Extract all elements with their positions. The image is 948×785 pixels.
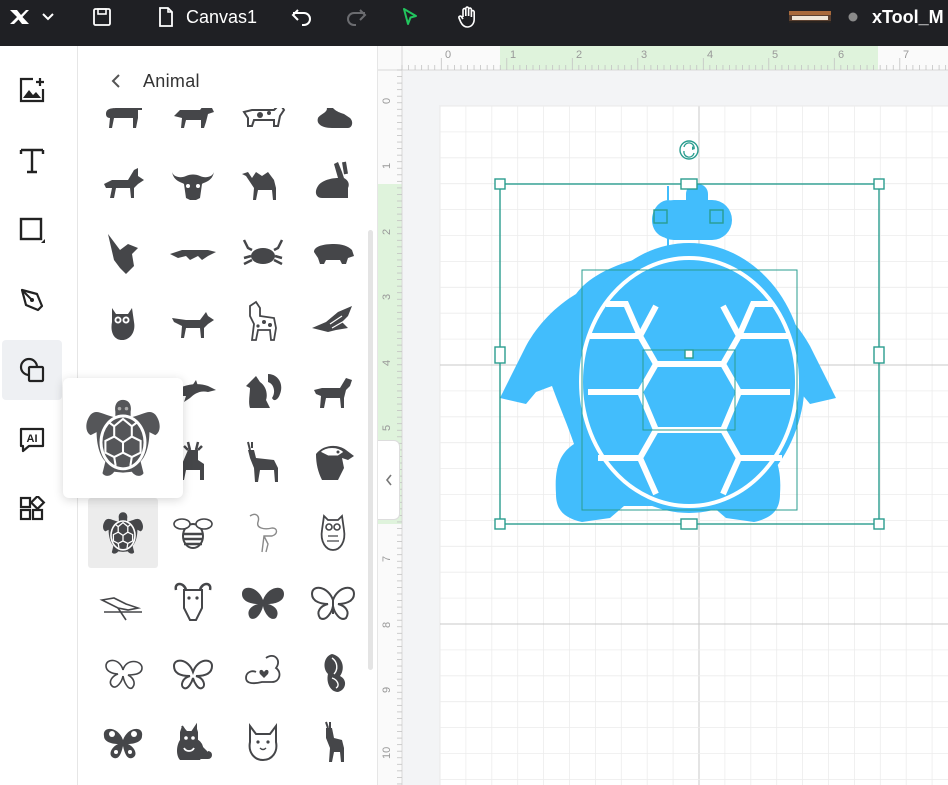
canvas-surface[interactable]: 0 1 2 3 4 5 6 7 0 1 2 3 4 5 6 7 8 9 10: [378, 46, 948, 785]
resize-handle[interactable]: [873, 178, 885, 190]
butterfly-wing-icon[interactable]: [158, 638, 228, 708]
square-icon[interactable]: [2, 200, 62, 260]
ruler-label: 5: [772, 49, 778, 61]
ruler-label: 0: [445, 49, 451, 61]
canvas-name[interactable]: Canvas1: [186, 0, 257, 34]
ruler-label: 2: [381, 229, 393, 235]
buffalo-icon[interactable]: [158, 148, 228, 218]
panel-title: Animal: [143, 71, 200, 91]
ruler-label: 7: [381, 556, 393, 562]
owl-sketch-icon[interactable]: [298, 498, 368, 568]
resize-handle[interactable]: [873, 518, 885, 530]
eye-node-handle[interactable]: [709, 209, 724, 224]
eagle-icon[interactable]: [88, 218, 158, 288]
resize-handle[interactable]: [684, 349, 694, 359]
ruler-label: 10: [381, 747, 393, 759]
device-name[interactable]: xTool_M: [872, 0, 944, 34]
ruler-label: 0: [381, 98, 393, 104]
resize-handle[interactable]: [494, 346, 506, 364]
text-icon[interactable]: [2, 130, 62, 190]
chevron-left-icon[interactable]: [106, 70, 126, 92]
turtle-icon: [86, 399, 160, 476]
ruler-label: 2: [576, 49, 582, 61]
ruler-label: 9: [381, 687, 393, 693]
xtool-logo-icon[interactable]: [6, 0, 32, 34]
chevron-down-icon[interactable]: [38, 0, 58, 34]
redo-icon[interactable]: [342, 0, 370, 34]
ruler-label: 7: [903, 49, 909, 61]
hawk-icon[interactable]: [298, 288, 368, 358]
ruler-label: 1: [381, 163, 393, 169]
ruler-label: 6: [838, 49, 844, 61]
resize-handle[interactable]: [873, 346, 885, 364]
owl-icon[interactable]: [88, 288, 158, 358]
device-thumbnail[interactable]: [788, 0, 832, 34]
bee-icon[interactable]: [158, 498, 228, 568]
apps-icon[interactable]: [2, 480, 62, 540]
file-icon: [156, 0, 176, 34]
device-status-dot: [846, 0, 860, 34]
butterfly-outline-icon[interactable]: [298, 568, 368, 638]
ruler-label: 8: [381, 622, 393, 628]
butterfly-line-icon[interactable]: [88, 638, 158, 708]
kitten-icon[interactable]: [228, 708, 298, 778]
resize-handle[interactable]: [680, 518, 698, 530]
svg-text:AI: AI: [27, 433, 38, 445]
squirrel-icon[interactable]: [228, 358, 298, 428]
butterfly-icon[interactable]: [228, 568, 298, 638]
cat-icon[interactable]: [158, 708, 228, 778]
butterfly-detailed-icon[interactable]: [88, 708, 158, 778]
image-add-icon[interactable]: [2, 60, 62, 120]
fawn-icon[interactable]: [298, 708, 368, 778]
crab-icon[interactable]: [228, 218, 298, 288]
turtle-icon[interactable]: [88, 498, 158, 568]
resize-handle[interactable]: [680, 178, 698, 190]
pony-icon[interactable]: [298, 358, 368, 428]
shapes-icon[interactable]: [2, 340, 62, 400]
top-toolbar: Canvas1 xTool_M: [0, 0, 948, 46]
rabbit-icon[interactable]: [298, 148, 368, 218]
flamingo-icon[interactable]: [228, 498, 298, 568]
crocodile-icon[interactable]: [158, 218, 228, 288]
butterfly-side-icon[interactable]: [298, 638, 368, 708]
fox-icon[interactable]: [158, 288, 228, 358]
resize-handle[interactable]: [494, 518, 506, 530]
panel-scrollbar[interactable]: [368, 230, 373, 670]
ruler-label: 3: [641, 49, 647, 61]
ruler-label: 1: [510, 49, 516, 61]
cursor-icon[interactable]: [398, 0, 422, 34]
bald-eagle-icon[interactable]: [298, 428, 368, 498]
chevron-left-icon: [385, 474, 392, 486]
pen-icon[interactable]: [2, 270, 62, 330]
panel-header: Animal: [78, 46, 377, 108]
collapse-panel-tab[interactable]: [378, 440, 400, 520]
ruler-label: 5: [381, 425, 393, 431]
camel-icon[interactable]: [228, 148, 298, 218]
save-icon[interactable]: [88, 0, 116, 34]
dalmatian-icon[interactable]: [228, 288, 298, 358]
rotate-icon[interactable]: [679, 140, 699, 160]
hippo-icon[interactable]: [298, 218, 368, 288]
ruler-label: 4: [707, 49, 713, 61]
deer-icon[interactable]: [228, 428, 298, 498]
undo-icon[interactable]: [288, 0, 316, 34]
hand-icon[interactable]: [454, 0, 480, 34]
butterfly-heart-icon[interactable]: [228, 638, 298, 708]
ram-icon[interactable]: [158, 568, 228, 638]
resize-handle[interactable]: [494, 178, 506, 190]
eye-node-handle[interactable]: [653, 209, 668, 224]
design-canvas[interactable]: 0 1 2 3 4 5 6 7 0 1 2 3 4 5 6 7 8 9 10: [378, 46, 948, 785]
sparrow-icon[interactable]: [88, 568, 158, 638]
ruler-label: 4: [381, 360, 393, 366]
ruler-label: 3: [381, 294, 393, 300]
doberman-icon[interactable]: [88, 148, 158, 218]
turtle-preview-popup: [63, 378, 183, 498]
ai-chat-icon[interactable]: AI: [2, 410, 62, 470]
